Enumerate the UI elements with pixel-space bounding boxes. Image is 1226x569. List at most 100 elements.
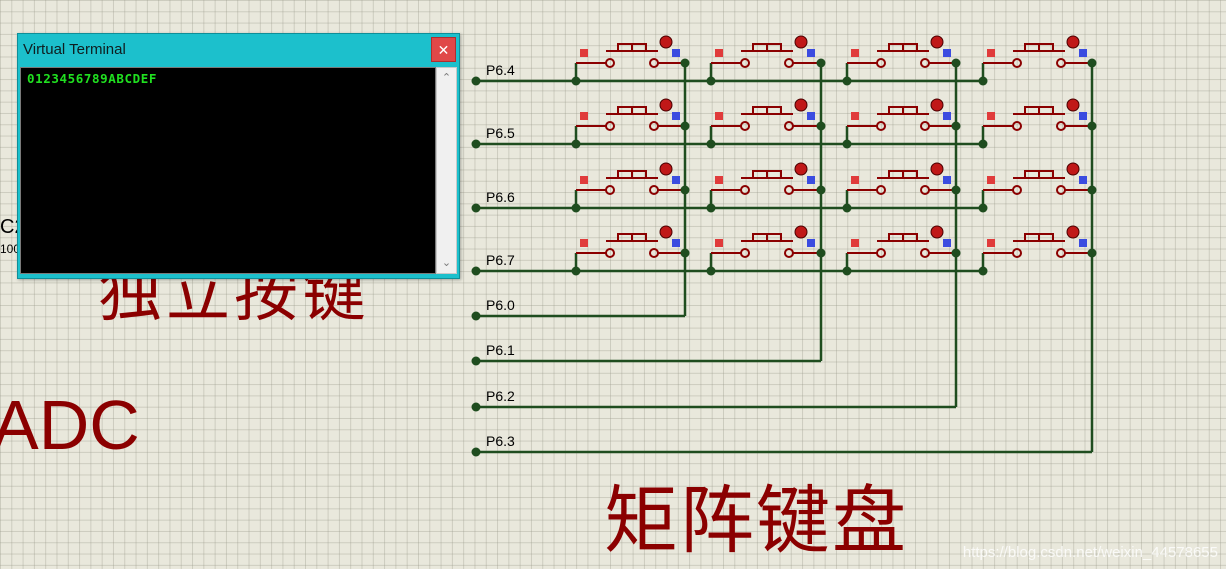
push-button (981, 98, 1092, 144)
terminal-output: 0123456789ABCDEF (27, 71, 158, 86)
pin-marker (851, 112, 859, 120)
push-button (981, 35, 1092, 81)
state-indicator (1066, 225, 1080, 239)
contact (1056, 185, 1066, 195)
junction-dot (951, 248, 961, 258)
contact (1012, 185, 1022, 195)
state-indicator (794, 98, 808, 112)
contact (876, 185, 886, 195)
scroll-up-icon[interactable]: ⌃ (437, 69, 456, 87)
contact (649, 185, 659, 195)
pin-marker (715, 49, 723, 57)
pin-marker (987, 239, 995, 247)
contact (740, 248, 750, 258)
port-terminal (471, 266, 481, 276)
push-button (709, 98, 821, 144)
junction-dot (1087, 185, 1097, 195)
junction-dot (1087, 121, 1097, 131)
pin-marker (987, 176, 995, 184)
port-label: P6.0 (486, 297, 515, 313)
pin-marker (580, 239, 588, 247)
vertical-scrollbar[interactable]: ⌃ ⌄ (436, 67, 457, 274)
push-button (981, 225, 1092, 271)
junction-dot (816, 185, 826, 195)
contact (1056, 121, 1066, 131)
pin-marker (1079, 239, 1087, 247)
junction-dot (816, 58, 826, 68)
push-button (574, 35, 685, 81)
junction-dot (680, 185, 690, 195)
pin-marker (672, 176, 680, 184)
pin-marker (580, 112, 588, 120)
junction-dot (816, 248, 826, 258)
pin-marker (807, 49, 815, 57)
pin-marker (715, 176, 723, 184)
pin-marker (807, 112, 815, 120)
window-title: Virtual Terminal (23, 41, 126, 58)
push-button (574, 162, 685, 208)
watermark: https://blog.csdn.net/weixin_44578655 (962, 544, 1218, 561)
pin-marker (943, 49, 951, 57)
pin-marker (807, 176, 815, 184)
contact (920, 185, 930, 195)
junction-dot (816, 121, 826, 131)
junction-dot (1087, 58, 1097, 68)
contact (605, 58, 615, 68)
port-label: P6.4 (486, 62, 515, 78)
pin-marker (672, 49, 680, 57)
pin-marker (943, 239, 951, 247)
contact (784, 58, 794, 68)
port-label: P6.6 (486, 189, 515, 205)
contact (920, 58, 930, 68)
pin-marker (851, 49, 859, 57)
pin-marker (715, 112, 723, 120)
contact (740, 58, 750, 68)
junction-dot (680, 121, 690, 131)
state-indicator (1066, 98, 1080, 112)
pin-marker (1079, 49, 1087, 57)
contact (740, 185, 750, 195)
port-terminal (471, 139, 481, 149)
state-indicator (659, 35, 673, 49)
pin-marker (672, 112, 680, 120)
scroll-down-icon[interactable]: ⌄ (437, 254, 456, 272)
pin-marker (851, 239, 859, 247)
state-indicator (794, 162, 808, 176)
state-indicator (794, 35, 808, 49)
contact (876, 248, 886, 258)
contact (784, 121, 794, 131)
push-button (709, 35, 821, 81)
state-indicator (1066, 35, 1080, 49)
push-button (845, 98, 956, 144)
contact (920, 121, 930, 131)
contact (876, 121, 886, 131)
virtual-terminal-window[interactable]: Virtual Terminal ✕ 0123456789ABCDEF ⌃ ⌄ (17, 33, 460, 279)
close-button[interactable]: ✕ (431, 37, 456, 62)
push-button (574, 225, 685, 271)
push-button (709, 225, 821, 271)
pin-marker (715, 239, 723, 247)
contact (784, 248, 794, 258)
junction-dot (680, 248, 690, 258)
contact (649, 121, 659, 131)
pin-marker (943, 112, 951, 120)
port-terminal (471, 203, 481, 213)
terminal-screen[interactable]: 0123456789ABCDEF (20, 67, 436, 274)
port-label: P6.1 (486, 342, 515, 358)
state-indicator (1066, 162, 1080, 176)
state-indicator (659, 162, 673, 176)
contact (920, 248, 930, 258)
push-button (845, 162, 956, 208)
state-indicator (930, 98, 944, 112)
port-terminal (471, 356, 481, 366)
contact (740, 121, 750, 131)
state-indicator (930, 35, 944, 49)
push-button (845, 35, 956, 81)
pin-marker (1079, 112, 1087, 120)
pin-marker (672, 239, 680, 247)
junction-dot (951, 185, 961, 195)
state-indicator (930, 225, 944, 239)
junction-dot (951, 58, 961, 68)
pin-marker (1079, 176, 1087, 184)
pin-marker (987, 49, 995, 57)
